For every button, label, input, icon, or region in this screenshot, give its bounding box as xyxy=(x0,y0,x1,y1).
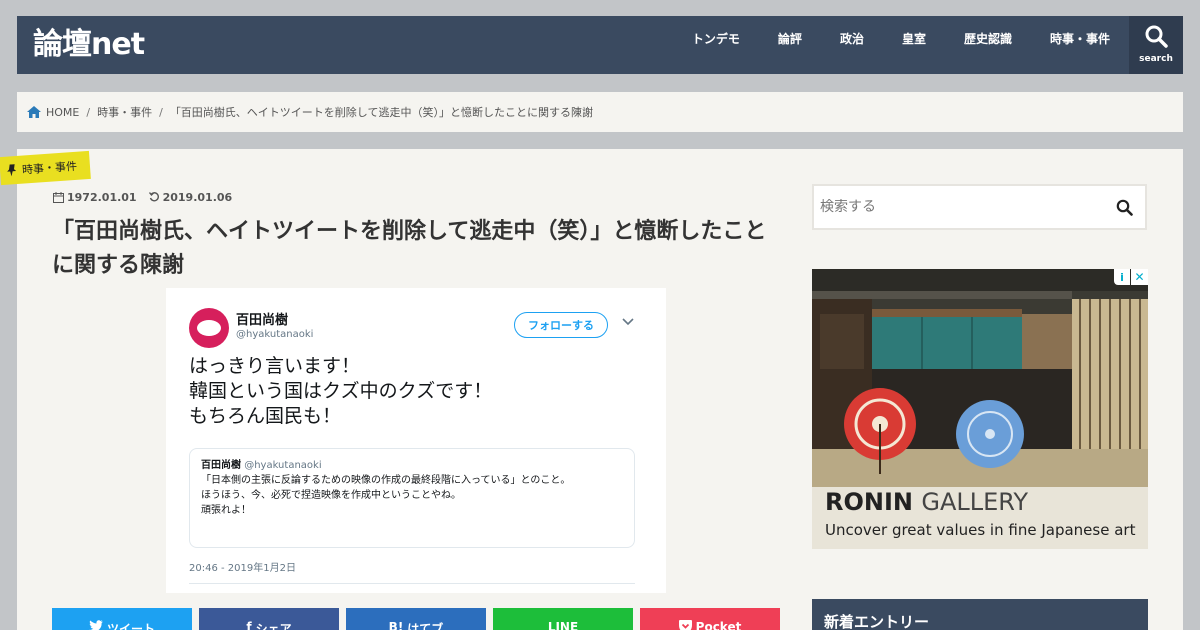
breadcrumb-home[interactable]: HOME xyxy=(46,106,79,119)
share-line-button[interactable]: LINE xyxy=(493,608,633,630)
ad-subtitle: Uncover great values in fine Japanese ar… xyxy=(825,521,1136,539)
quoted-line: ほうほう、今、必死で捏造映像を作成中ということやね。 xyxy=(201,490,461,501)
nav-item-koshitsu[interactable]: 皇室 xyxy=(883,16,945,74)
pocket-icon xyxy=(678,620,692,630)
ad-title-light: GALLERY xyxy=(921,488,1029,516)
breadcrumb-category[interactable]: 時事・事件 xyxy=(97,104,152,120)
new-entries-heading: 新着エントリー xyxy=(812,599,1148,630)
breadcrumb-separator: / xyxy=(159,105,163,119)
advertisement[interactable]: RONIN GALLERY Uncover great values in fi… xyxy=(812,269,1148,549)
sidebar-search-box xyxy=(812,184,1147,230)
share-hatena-button[interactable]: B! はてブ xyxy=(346,608,486,630)
tweet-timestamp[interactable]: 20:46 - 2019年1月2日 xyxy=(189,559,296,574)
share-line-label: LINE xyxy=(547,620,579,630)
site-header: 論壇net トンデモ 論評 政治 皇室 歴史認識 時事・事件 search xyxy=(17,16,1183,74)
share-facebook-button[interactable]: f シェア xyxy=(199,608,339,630)
share-hatena-label: はてブ xyxy=(407,622,444,630)
tweet-line: はっきり言います！ xyxy=(189,355,361,377)
nav-item-rekishi[interactable]: 歴史認識 xyxy=(945,16,1031,74)
refresh-icon xyxy=(148,192,159,202)
tweet-author-handle[interactable]: @hyakutanaoki xyxy=(236,329,313,340)
published-date-value: 1972.01.01 xyxy=(67,191,137,204)
ad-info-icon[interactable]: i xyxy=(1114,269,1130,285)
twitter-bird-icon xyxy=(88,620,103,630)
tweet-divider xyxy=(189,583,635,584)
quoted-tweet[interactable]: 百田尚樹 @hyakutanaoki 「日本側の主張に反論するための映像の作成の… xyxy=(189,448,635,548)
ad-title-bold: RONIN xyxy=(825,488,913,516)
quoted-author-handle: @hyakutanaoki xyxy=(244,460,322,471)
ad-close-icon[interactable]: ✕ xyxy=(1131,269,1148,285)
nav-item-jiji[interactable]: 時事・事件 xyxy=(1031,16,1129,74)
hatena-b-icon: B! xyxy=(388,620,404,630)
home-icon xyxy=(27,106,41,118)
pin-icon xyxy=(7,164,17,177)
article-title: 「百田尚樹氏、ヘイトツイートを削除して逃走中（笑）」と憶断したことに関する陳謝 xyxy=(52,219,767,278)
quoted-line: 頑張れよ！ xyxy=(201,505,251,516)
share-pocket-label: Pocket xyxy=(695,620,742,630)
search-icon xyxy=(1145,25,1168,48)
site-logo[interactable]: 論壇net xyxy=(33,30,145,60)
tweet-line: もちろん国民も！ xyxy=(189,405,342,427)
tweet-text: はっきり言います！ 韓国という国はクズ中のクズです！ もちろん国民も！ xyxy=(189,354,589,429)
ad-artwork xyxy=(812,269,1148,489)
embedded-tweet: 百田尚樹 @hyakutanaoki フォローする はっきり言います！ 韓国とい… xyxy=(166,288,666,593)
main-nav: トンデモ 論評 政治 皇室 歴史認識 時事・事件 xyxy=(673,16,1129,74)
avatar[interactable] xyxy=(189,308,229,348)
category-tag-label: 時事・事件 xyxy=(21,159,78,177)
chevron-down-icon[interactable] xyxy=(622,318,634,326)
nav-item-tondemo[interactable]: トンデモ xyxy=(673,16,759,74)
share-twitter-label: ツイート xyxy=(106,622,155,630)
article-dates: 1972.01.01 2019.01.06 xyxy=(53,191,232,204)
quoted-line: 「日本側の主張に反論するための映像の作成の最終段階に入っている」とのこと。 xyxy=(201,475,571,486)
nav-item-ronpyo[interactable]: 論評 xyxy=(759,16,821,74)
search-icon[interactable] xyxy=(1116,199,1133,216)
nav-item-seiji[interactable]: 政治 xyxy=(821,16,883,74)
tweet-author-name[interactable]: 百田尚樹 xyxy=(236,309,288,328)
search-label: search xyxy=(1139,54,1173,64)
share-facebook-label: シェア xyxy=(255,622,292,630)
share-twitter-button[interactable]: ツイート xyxy=(52,608,192,630)
follow-button[interactable]: フォローする xyxy=(514,312,608,338)
ad-title: RONIN GALLERY xyxy=(825,488,1028,516)
updated-date: 2019.01.06 xyxy=(148,191,233,204)
calendar-icon xyxy=(53,192,64,203)
breadcrumb-separator: / xyxy=(86,105,91,119)
facebook-f-icon: f xyxy=(246,620,252,630)
quoted-author-name: 百田尚樹 xyxy=(201,460,241,471)
breadcrumb: HOME / 時事・事件 / 「百田尚樹氏、ヘイトツイートを削除して逃走中（笑）… xyxy=(17,92,1183,132)
sidebar-search-input[interactable] xyxy=(820,199,1116,215)
published-date: 1972.01.01 xyxy=(53,191,137,204)
share-pocket-button[interactable]: Pocket xyxy=(640,608,780,630)
header-search-button[interactable]: search xyxy=(1129,16,1183,74)
tweet-line: 韓国という国はクズ中のクズです！ xyxy=(189,380,493,402)
breadcrumb-current: 「百田尚樹氏、ヘイトツイートを削除して逃走中（笑）」と憶断したことに関する陳謝 xyxy=(169,106,593,119)
updated-date-value: 2019.01.06 xyxy=(162,191,233,204)
